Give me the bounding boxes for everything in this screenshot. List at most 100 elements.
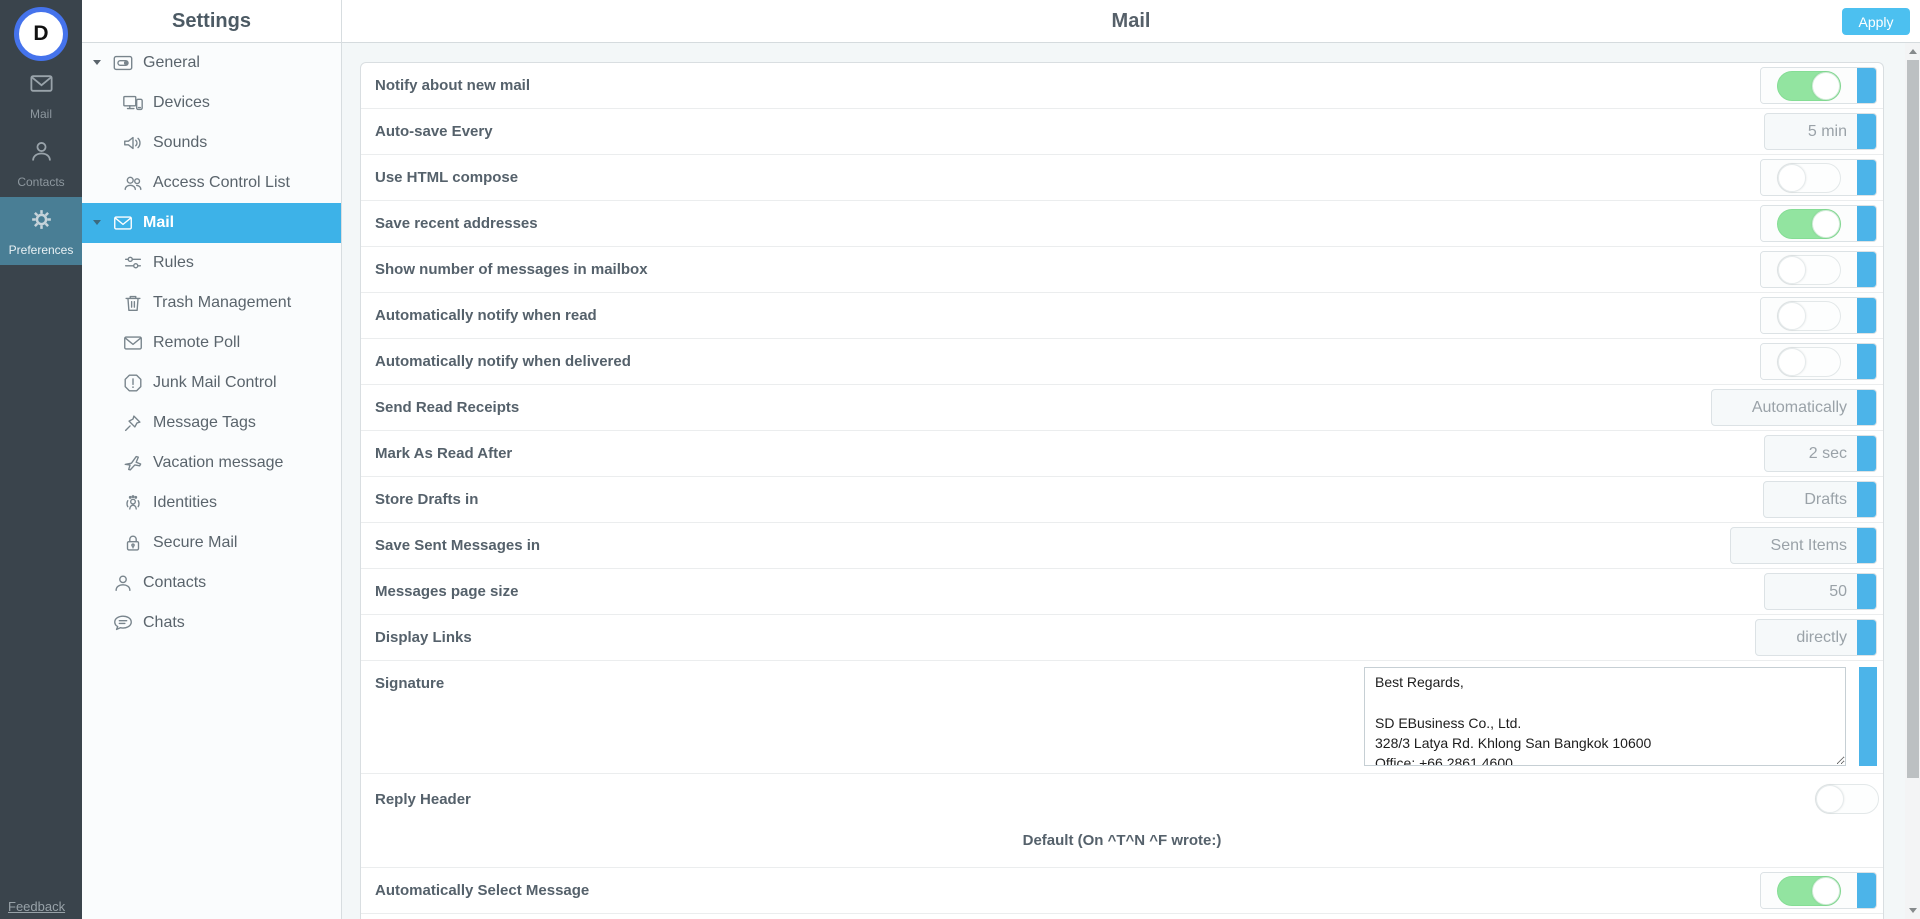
setting-label: Mark As Read After: [375, 445, 1764, 462]
main-scrollbar[interactable]: [1905, 43, 1920, 919]
control-dropdown-strip[interactable]: [1857, 206, 1876, 241]
toggle-pill[interactable]: [1777, 301, 1841, 331]
signature-control: Best Regards, SD EBusiness Co., Ltd. 328…: [1364, 667, 1877, 766]
control-dropdown-strip[interactable]: [1857, 574, 1876, 609]
settings-row-automatically-select-message: Automatically Select Message: [361, 868, 1883, 914]
toggle-pill[interactable]: [1777, 255, 1841, 285]
settings-nav-item-secure-mail[interactable]: Secure Mail: [82, 523, 341, 563]
nav-item-label: Message Tags: [153, 414, 256, 432]
control-dropdown-strip[interactable]: [1857, 482, 1876, 517]
expand-arrow-icon[interactable]: [93, 220, 101, 225]
control-dropdown-strip[interactable]: [1857, 436, 1876, 471]
control-dropdown-strip[interactable]: [1857, 298, 1876, 333]
setting-label: Automatically notify when read: [375, 307, 1760, 324]
rail-item-preferences[interactable]: Preferences: [0, 197, 82, 265]
rules-icon: [122, 252, 144, 274]
show-number-of-messages-in-mailbox-toggle[interactable]: [1760, 251, 1877, 288]
settings-nav-item-junk-mail-control[interactable]: Junk Mail Control: [82, 363, 341, 403]
automatically-notify-when-read-toggle[interactable]: [1760, 297, 1877, 334]
apply-button[interactable]: Apply: [1842, 8, 1910, 35]
settings-rows-panel: Notify about new mail Auto-save Every 5 …: [360, 62, 1884, 919]
toggle-pill[interactable]: [1777, 876, 1841, 906]
toggle-pill[interactable]: [1777, 163, 1841, 193]
control-dropdown-strip[interactable]: [1857, 873, 1876, 908]
rail-item-mail[interactable]: Mail: [0, 61, 82, 129]
settings-row-signature: Signature Best Regards, SD EBusiness Co.…: [361, 661, 1883, 774]
use-html-compose-toggle[interactable]: [1760, 159, 1877, 196]
toggle-body: [1761, 206, 1857, 241]
setting-label: Automatically Select Message: [375, 882, 1760, 899]
signature-dropdown-strip[interactable]: [1859, 667, 1877, 766]
control-dropdown-strip[interactable]: [1857, 344, 1876, 379]
send-read-receipts-select[interactable]: Automatically: [1711, 389, 1877, 426]
devices-icon: [122, 92, 144, 114]
control-dropdown-strip[interactable]: [1857, 252, 1876, 287]
settings-nav-item-devices[interactable]: Devices: [82, 83, 341, 123]
nav-item-label: Remote Poll: [153, 334, 240, 352]
notify-about-new-mail-toggle[interactable]: [1760, 67, 1877, 104]
control-dropdown-strip[interactable]: [1857, 160, 1876, 195]
setting-label: Signature: [375, 661, 1364, 692]
auto-save-every-select[interactable]: 5 min: [1764, 113, 1877, 150]
feedback-link[interactable]: Feedback: [8, 899, 65, 914]
select-value[interactable]: directly: [1756, 620, 1857, 655]
select-value[interactable]: 50: [1765, 574, 1857, 609]
settings-nav-item-chats[interactable]: Chats: [82, 603, 341, 643]
scroll-up-arrow-icon[interactable]: [1905, 44, 1920, 59]
automatically-notify-when-delivered-toggle[interactable]: [1760, 343, 1877, 380]
setting-label: Display Links: [375, 629, 1755, 646]
control-dropdown-strip[interactable]: [1857, 528, 1876, 563]
setting-label: Show number of messages in mailbox: [375, 261, 1760, 278]
nav-item-label: Vacation message: [153, 454, 283, 472]
display-links-select[interactable]: directly: [1755, 619, 1877, 656]
expand-arrow-icon[interactable]: [93, 60, 101, 65]
settings-nav-item-contacts[interactable]: Contacts: [82, 563, 341, 603]
settings-nav-item-identities[interactable]: Identities: [82, 483, 341, 523]
settings-nav-item-trash-management[interactable]: Trash Management: [82, 283, 341, 323]
toggle-pill[interactable]: [1777, 347, 1841, 377]
toggle-knob: [1778, 164, 1806, 192]
select-value[interactable]: Automatically: [1712, 390, 1857, 425]
messages-page-size-select[interactable]: 50: [1764, 573, 1877, 610]
settings-nav-item-sounds[interactable]: Sounds: [82, 123, 341, 163]
control-dropdown-strip[interactable]: [1857, 620, 1876, 655]
toggle-pill[interactable]: [1777, 209, 1841, 239]
settings-title: Settings: [82, 0, 341, 43]
settings-nav-item-access-control-list[interactable]: Access Control List: [82, 163, 341, 203]
select-value[interactable]: 5 min: [1765, 114, 1857, 149]
gear-icon: [28, 206, 55, 238]
signature-textarea[interactable]: Best Regards, SD EBusiness Co., Ltd. 328…: [1364, 667, 1846, 766]
settings-nav-item-vacation-message[interactable]: Vacation message: [82, 443, 341, 483]
select-value[interactable]: Sent Items: [1731, 528, 1857, 563]
main-area: Mail Apply Notify about new mail Auto-sa…: [342, 0, 1920, 919]
reply-header-toggle[interactable]: [1815, 784, 1879, 814]
nav-item-label: Identities: [153, 494, 217, 512]
setting-label: Auto-save Every: [375, 123, 1764, 140]
sounds-icon: [122, 132, 144, 154]
nav-item-label: Chats: [143, 614, 185, 632]
chat-icon: [112, 612, 134, 634]
select-value[interactable]: Drafts: [1764, 482, 1857, 517]
select-value[interactable]: 2 sec: [1765, 436, 1857, 471]
settings-row-save-recent-addresses: Save recent addresses: [361, 201, 1883, 247]
automatically-select-message-toggle[interactable]: [1760, 872, 1877, 909]
settings-nav-item-rules[interactable]: Rules: [82, 243, 341, 283]
settings-nav-item-message-tags[interactable]: Message Tags: [82, 403, 341, 443]
scroll-down-arrow-icon[interactable]: [1905, 903, 1920, 918]
store-drafts-in-select[interactable]: Drafts: [1763, 481, 1877, 518]
control-dropdown-strip[interactable]: [1857, 114, 1876, 149]
scrollbar-thumb[interactable]: [1907, 60, 1919, 778]
settings-nav-item-remote-poll[interactable]: Remote Poll: [82, 323, 341, 363]
save-sent-messages-in-select[interactable]: Sent Items: [1730, 527, 1877, 564]
toggle-body: [1761, 68, 1857, 103]
control-dropdown-strip[interactable]: [1857, 390, 1876, 425]
settings-nav-item-general[interactable]: General: [82, 43, 341, 83]
contacts-icon: [112, 572, 134, 594]
mark-as-read-after-select[interactable]: 2 sec: [1764, 435, 1877, 472]
save-recent-addresses-toggle[interactable]: [1760, 205, 1877, 242]
control-dropdown-strip[interactable]: [1857, 68, 1876, 103]
account-avatar[interactable]: D: [14, 7, 68, 61]
toggle-pill[interactable]: [1777, 71, 1841, 101]
rail-item-contacts[interactable]: Contacts: [0, 129, 82, 197]
settings-nav-item-mail[interactable]: Mail: [82, 203, 341, 243]
